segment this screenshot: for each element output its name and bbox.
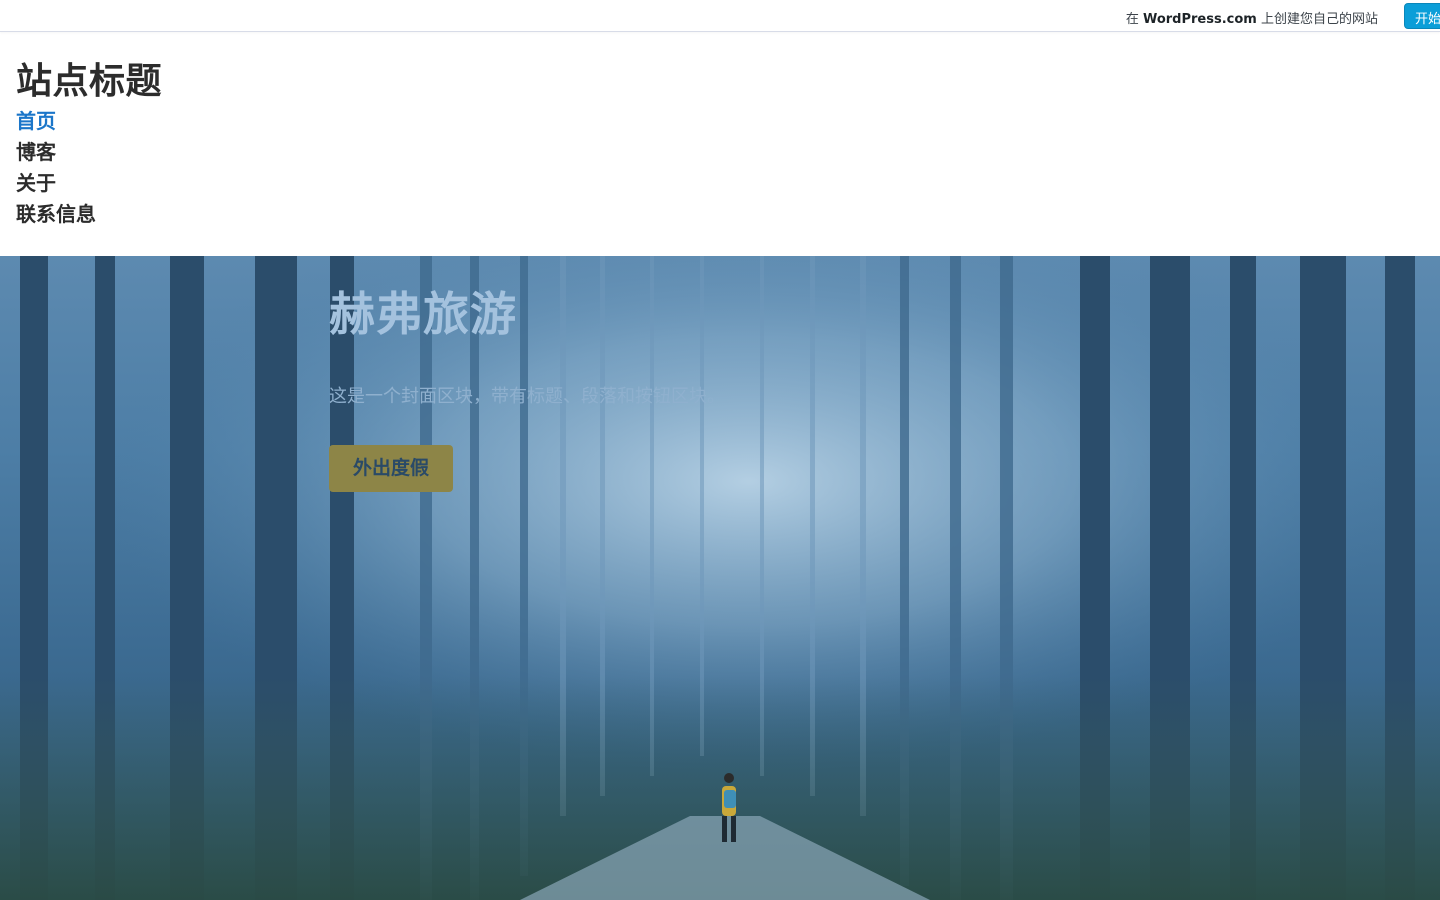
promo-suffix: 上创建您自己的网站 [1256,12,1378,27]
cover-block: 赫弗旅游 这是一个封面区块，带有标题、段落和按钮区块。 外出度假 [0,256,1440,900]
cover-content: 赫弗旅游 这是一个封面区块，带有标题、段落和按钮区块。 外出度假 [329,282,725,492]
primary-navigation: 首页 博客 关于 联系信息 [16,106,162,230]
nav-item-blog[interactable]: 博客 [16,137,162,168]
site-header: 站点标题 首页 博客 关于 联系信息 [16,58,162,230]
cover-subtitle: 这是一个封面区块，带有标题、段落和按钮区块。 [329,386,725,407]
wordpress-banner: 在 WordPress.com 上创建您自己的网站 开始 [0,0,1440,32]
cover-title: 赫弗旅游 [329,287,517,341]
site-title[interactable]: 站点标题 [16,58,162,106]
nav-item-contact[interactable]: 联系信息 [16,199,162,230]
nav-item-about[interactable]: 关于 [16,168,162,199]
wordpress-promo-text[interactable]: 在 WordPress.com 上创建您自己的网站 [1126,8,1378,27]
vacation-button[interactable]: 外出度假 [329,445,454,492]
promo-prefix: 在 [1125,12,1143,27]
promo-brand: WordPress.com [1142,12,1257,27]
nav-item-home[interactable]: 首页 [16,106,162,137]
start-button[interactable]: 开始 [1404,3,1440,29]
